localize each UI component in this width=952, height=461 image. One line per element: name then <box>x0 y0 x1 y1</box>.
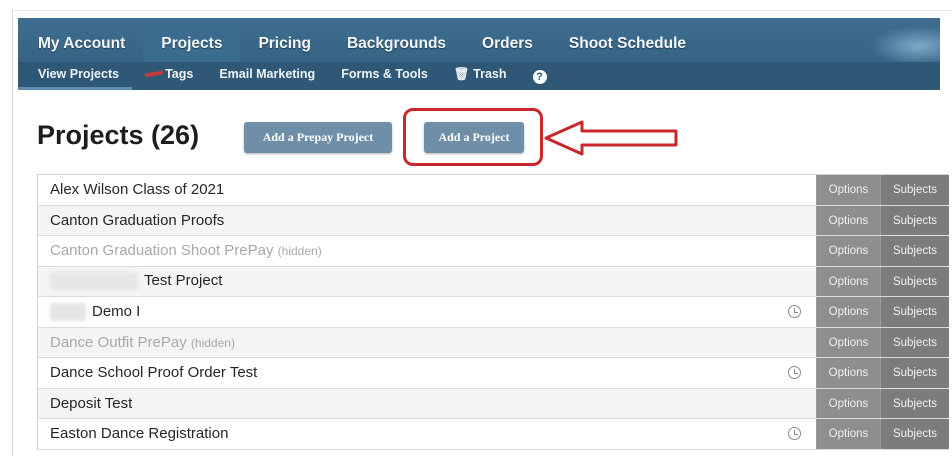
clock-icon <box>788 427 801 440</box>
options-button[interactable]: Options <box>816 297 880 327</box>
options-button[interactable]: Options <box>816 358 880 388</box>
redacted-text <box>50 302 86 321</box>
table-row[interactable]: Demo I Options Subjects <box>37 297 949 328</box>
table-row[interactable]: Easton Dance Registration Options Subjects <box>37 419 949 450</box>
nav-shoot-schedule[interactable]: Shoot Schedule <box>551 18 704 62</box>
hidden-tag: (hidden) <box>190 335 235 350</box>
project-name-label: Alex Wilson Class of 2021 <box>50 181 225 199</box>
redacted-text <box>50 272 138 291</box>
secondary-nav: View Projects Tags Email Marketing Forms… <box>18 62 940 90</box>
subjects-button[interactable]: Subjects <box>880 236 949 266</box>
table-row[interactable]: Deposit Test Options Subjects <box>37 388 949 419</box>
clock-icon <box>788 305 801 318</box>
nav-orders[interactable]: Orders <box>464 18 551 62</box>
options-button[interactable]: Options <box>816 205 880 235</box>
annotation-arrow-icon <box>544 120 678 156</box>
help-icon: ? <box>532 70 547 84</box>
projects-table: Alex Wilson Class of 2021 Options Subjects… <box>37 174 949 450</box>
subnav-trash-label: Trash <box>473 67 507 81</box>
table-row[interactable]: Dance Outfit PrePay (hidden) Options Subje… <box>37 327 949 358</box>
subnav-help[interactable]: ? <box>520 62 560 90</box>
project-name[interactable]: Dance School Proof Order Test <box>50 364 257 381</box>
nav-my-account[interactable]: My Account <box>18 18 143 62</box>
nav-backgrounds[interactable]: Backgrounds <box>329 18 464 62</box>
table-row[interactable]: Dance School Proof Order Test Options Subj… <box>37 358 949 389</box>
table-row[interactable]: Test Project Options Subjects <box>37 266 949 297</box>
nav-projects[interactable]: Projects <box>143 18 241 62</box>
project-name[interactable]: Dance Outfit PrePay (hidden) <box>50 334 235 351</box>
project-name-label: Dance Outfit PrePay <box>50 333 187 351</box>
project-name-label: Canton Graduation Shoot PrePay <box>50 242 274 260</box>
add-project-button[interactable]: Add a Project <box>424 122 524 153</box>
subjects-button[interactable]: Subjects <box>880 388 949 418</box>
project-name-label: Deposit Test <box>50 394 133 412</box>
subnav-trash[interactable]: 🗑 Trash <box>441 62 520 90</box>
project-name-label: Demo I <box>92 302 141 320</box>
subjects-button[interactable]: Subjects <box>880 266 949 296</box>
nav-glow-decoration <box>870 26 940 66</box>
subjects-button[interactable]: Subjects <box>880 419 949 449</box>
project-name[interactable]: Canton Graduation Proofs <box>50 212 224 229</box>
subnav-tags-label: Tags <box>165 67 194 81</box>
nav-pricing[interactable]: Pricing <box>240 18 329 62</box>
main-navigation: My Account Projects Pricing Backgrounds … <box>18 18 940 90</box>
subnav-view-projects[interactable]: View Projects <box>18 62 133 90</box>
options-button[interactable]: Options <box>816 236 880 266</box>
clock-icon <box>788 366 801 379</box>
table-row[interactable]: Canton Graduation Proofs Options Subjects <box>37 205 949 236</box>
project-name[interactable]: Demo I <box>50 303 140 321</box>
subjects-button[interactable]: Subjects <box>880 327 949 357</box>
page-title: Projects (26) <box>37 120 200 150</box>
project-name[interactable]: Canton Graduation Shoot PrePay (hidden) <box>50 242 322 259</box>
subnav-email-marketing[interactable]: Email Marketing <box>206 62 328 90</box>
table-row[interactable]: Alex Wilson Class of 2021 Options Subjects <box>37 175 949 206</box>
project-name-label: Test Project <box>144 272 223 290</box>
project-name[interactable]: Alex Wilson Class of 2021 <box>50 181 224 198</box>
primary-nav: My Account Projects Pricing Backgrounds … <box>18 18 704 62</box>
subjects-button[interactable]: Subjects <box>880 175 949 205</box>
tag-icon <box>144 70 164 78</box>
project-name[interactable]: Deposit Test <box>50 395 132 412</box>
options-button[interactable]: Options <box>816 419 880 449</box>
project-name-label: Canton Graduation Proofs <box>50 211 225 229</box>
project-name[interactable]: Test Project <box>50 272 223 291</box>
project-name[interactable]: Easton Dance Registration <box>50 425 228 442</box>
subnav-forms-tools[interactable]: Forms & Tools <box>328 62 441 90</box>
hidden-tag: (hidden) <box>277 244 322 259</box>
options-button[interactable]: Options <box>816 388 880 418</box>
subjects-button[interactable]: Subjects <box>880 297 949 327</box>
options-button[interactable]: Options <box>816 327 880 357</box>
project-name-label: Easton Dance Registration <box>50 425 229 443</box>
project-name-label: Dance School Proof Order Test <box>50 364 258 382</box>
subjects-button[interactable]: Subjects <box>880 358 949 388</box>
options-button[interactable]: Options <box>816 175 880 205</box>
subnav-tags[interactable]: Tags <box>132 62 206 90</box>
add-prepay-project-button[interactable]: Add a Prepay Project <box>244 122 392 153</box>
options-button[interactable]: Options <box>816 266 880 296</box>
table-row[interactable]: Canton Graduation Shoot PrePay (hidden) O… <box>37 236 949 267</box>
subjects-button[interactable]: Subjects <box>880 205 949 235</box>
trash-icon: 🗑 <box>453 67 470 81</box>
